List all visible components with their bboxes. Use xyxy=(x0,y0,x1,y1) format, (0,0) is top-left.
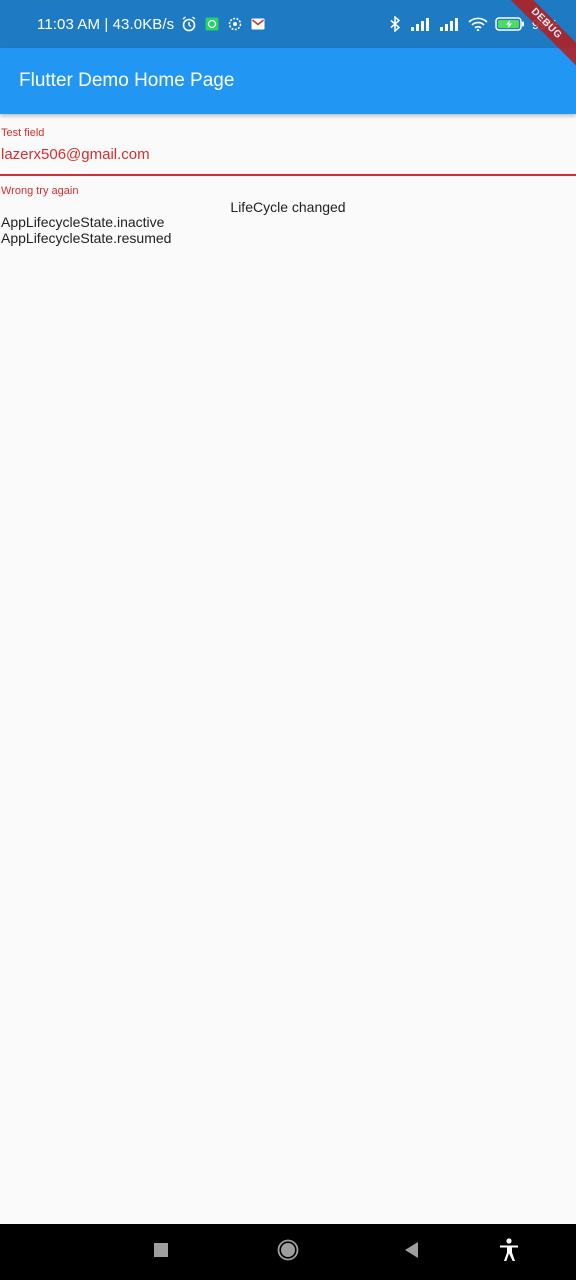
accessibility-button[interactable] xyxy=(486,1224,532,1280)
status-time: 11:03 AM | 43.0KB/s xyxy=(37,15,175,33)
accessibility-icon xyxy=(498,1237,520,1267)
test-field-input[interactable] xyxy=(0,142,576,166)
lifecycle-list: AppLifecycleState.inactive AppLifecycleS… xyxy=(1,214,171,246)
signal-icon xyxy=(439,16,461,32)
lifecycle-title: LifeCycle changed xyxy=(230,199,346,215)
wifi-icon xyxy=(468,16,488,32)
page-title: Flutter Demo Home Page xyxy=(19,70,235,91)
recents-button[interactable] xyxy=(138,1224,184,1280)
recents-icon xyxy=(154,1242,168,1262)
list-item: AppLifecycleState.resumed xyxy=(1,230,172,246)
whatsapp-icon xyxy=(204,16,220,32)
home-button[interactable] xyxy=(265,1224,311,1280)
status-right: 99% xyxy=(387,16,558,32)
battery-icon xyxy=(495,16,525,32)
test-field-error: Wrong try again xyxy=(1,185,79,197)
alarm-icon xyxy=(181,16,197,32)
bluetooth-icon xyxy=(387,16,403,32)
test-field-underline xyxy=(0,174,576,176)
navigation-bar xyxy=(0,1224,576,1280)
app-bar: Flutter Demo Home Page xyxy=(0,48,576,114)
gmail-icon xyxy=(250,16,266,32)
back-button[interactable] xyxy=(389,1224,435,1280)
battery-level: 99% xyxy=(531,16,558,32)
home-icon xyxy=(277,1239,299,1266)
list-item: AppLifecycleState.inactive xyxy=(1,214,165,230)
settings-icon xyxy=(227,16,243,32)
back-icon xyxy=(405,1241,419,1263)
signal-icon xyxy=(410,16,432,32)
test-field-label: Test field xyxy=(1,127,45,139)
status-bar: 11:03 AM | 43.0KB/s 99% xyxy=(0,0,576,48)
status-left: 11:03 AM | 43.0KB/s xyxy=(37,16,266,33)
